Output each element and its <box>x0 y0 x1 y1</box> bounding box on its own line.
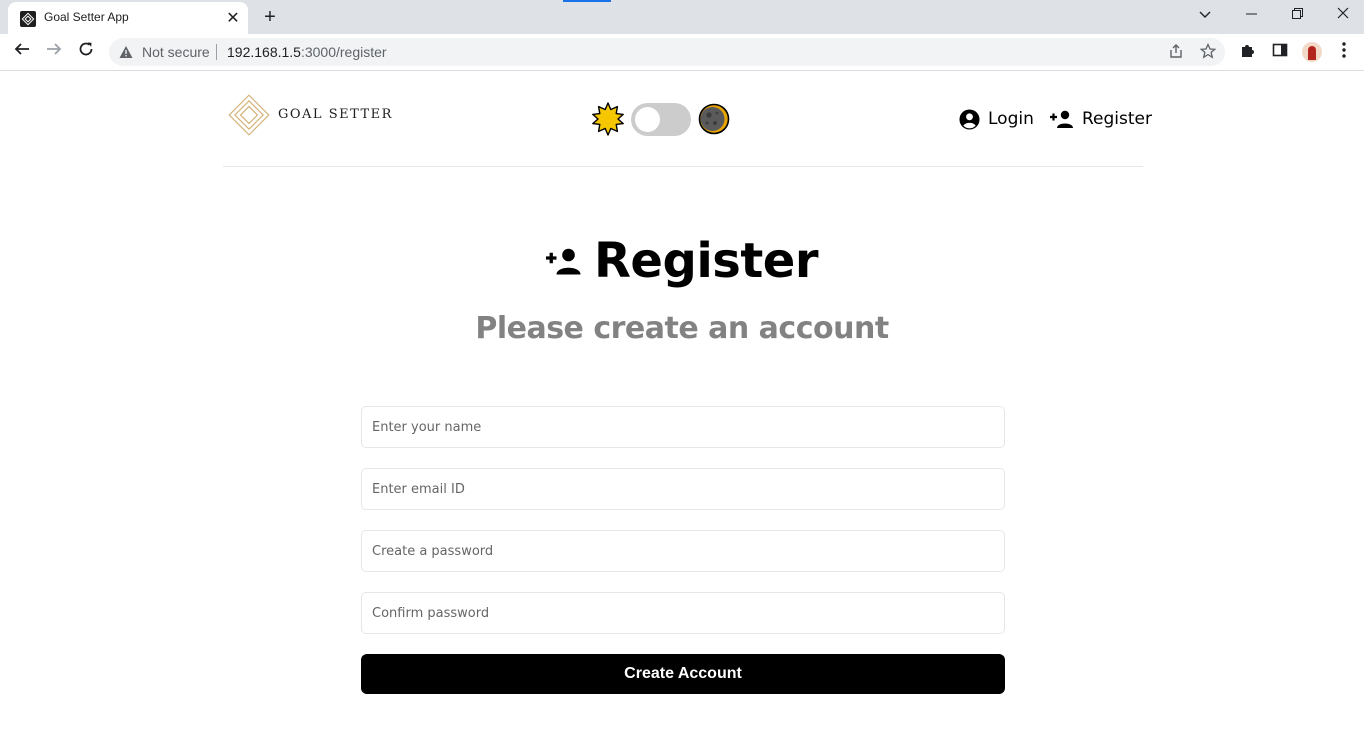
nav-login-label: Login <box>988 109 1034 129</box>
forward-arrow-icon[interactable] <box>41 40 67 64</box>
extensions-puzzle-icon[interactable] <box>1238 42 1258 62</box>
tab-title: Goal Setter App <box>44 10 129 24</box>
bookmark-star-icon[interactable] <box>1199 42 1217 61</box>
nav-register-label: Register <box>1082 109 1152 129</box>
minimize-window-icon[interactable] <box>1236 4 1266 26</box>
tab-close-icon[interactable]: ✕ <box>224 9 242 27</box>
reload-icon[interactable] <box>73 40 99 64</box>
page-title-text: Register <box>593 233 819 289</box>
close-window-icon[interactable] <box>1328 4 1358 26</box>
register-heading-section: Register <box>0 233 1364 289</box>
restore-window-icon[interactable] <box>1282 4 1312 26</box>
register-form: Create Account <box>361 406 1005 694</box>
goal-setter-logo-icon[interactable] <box>227 93 271 141</box>
tab-search-chevron-icon[interactable] <box>1190 4 1220 26</box>
theme-toggle[interactable] <box>591 101 731 137</box>
back-arrow-icon[interactable] <box>9 40 35 64</box>
tab-search-indicator <box>563 0 611 2</box>
browser-tabstrip: Goal Setter App ✕ + <box>0 0 1364 34</box>
create-account-button[interactable]: Create Account <box>361 654 1005 694</box>
omnibox-divider <box>216 44 217 60</box>
security-status-label[interactable]: Not secure <box>142 44 210 60</box>
password-input[interactable] <box>361 530 1005 572</box>
site-favicon-icon <box>20 11 36 27</box>
user-plus-icon <box>1050 110 1073 128</box>
side-panel-icon[interactable] <box>1270 42 1290 62</box>
logo-text[interactable]: GOAL SETTER <box>278 107 393 122</box>
page-subtitle: Please create an account <box>475 311 889 346</box>
confirm-password-input[interactable] <box>361 592 1005 634</box>
email-input[interactable] <box>361 468 1005 510</box>
page-content: GOAL SETTER Login Register Register Plea… <box>0 71 1364 729</box>
url-host: 192.168.1.5 <box>227 44 301 60</box>
page-title: Register <box>545 233 819 289</box>
site-header: GOAL SETTER Login Register <box>223 71 1152 167</box>
new-tab-button[interactable]: + <box>258 6 282 28</box>
theme-switch[interactable] <box>631 103 691 136</box>
nav-register-link[interactable]: Register <box>1050 107 1152 131</box>
address-bar[interactable]: Not secure 192.168.1.5:3000/register <box>109 38 1225 66</box>
user-circle-icon <box>959 108 980 130</box>
browser-menu-kebab-icon[interactable] <box>1334 42 1354 62</box>
warning-icon[interactable] <box>119 44 133 63</box>
moon-icon <box>698 103 730 139</box>
url-text[interactable]: 192.168.1.5:3000/register <box>227 44 387 60</box>
browser-toolbar: Not secure 192.168.1.5:3000/register <box>0 34 1364 71</box>
theme-switch-knob <box>635 107 660 132</box>
url-path: :3000/register <box>300 44 387 60</box>
nav-login-link[interactable]: Login <box>959 107 1034 131</box>
share-icon[interactable] <box>1167 43 1185 61</box>
sun-icon <box>591 102 625 140</box>
name-input[interactable] <box>361 406 1005 448</box>
browser-tab-active[interactable]: Goal Setter App ✕ <box>8 2 248 34</box>
profile-avatar[interactable] <box>1302 42 1322 62</box>
user-plus-icon <box>545 248 581 275</box>
